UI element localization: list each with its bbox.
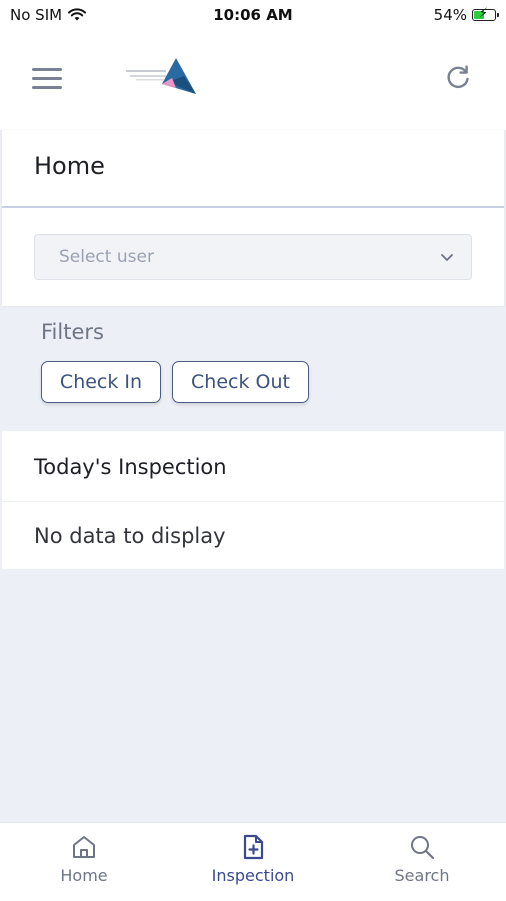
empty-state-text: No data to display (34, 524, 226, 548)
check-out-filter-button[interactable]: Check Out (172, 361, 309, 403)
tab-inspection[interactable]: Inspection (169, 823, 337, 901)
inspection-document-icon (243, 834, 264, 860)
check-in-filter-button[interactable]: Check In (41, 361, 161, 403)
status-bar: No SIM 10:06 AM 54% ⚡ (0, 0, 506, 30)
battery-percent: 54% (433, 6, 467, 24)
inspection-divider (2, 501, 504, 502)
search-icon (411, 836, 435, 860)
page-title: Home (34, 152, 105, 180)
chevron-down-icon (441, 254, 453, 261)
todays-inspection-card: Today's Inspection No data to display (2, 431, 504, 569)
tab-home[interactable]: Home (0, 823, 168, 901)
hamburger-menu-icon[interactable] (32, 68, 62, 90)
title-divider (2, 206, 504, 208)
home-card: Home Select user (2, 130, 504, 306)
refresh-icon[interactable] (444, 64, 472, 92)
inspection-section-title: Today's Inspection (34, 455, 227, 479)
select-user-placeholder: Select user (59, 247, 154, 267)
company-logo (126, 58, 196, 94)
bottom-tab-bar: Home Inspection Search (0, 822, 506, 901)
battery-icon: ⚡ (472, 7, 499, 21)
home-icon (73, 836, 95, 858)
tab-inspection-label: Inspection (211, 866, 295, 885)
tab-search[interactable]: Search (338, 823, 506, 901)
tab-search-label: Search (394, 866, 450, 885)
app-header (0, 30, 506, 130)
filters-label: Filters (41, 320, 104, 344)
status-time: 10:06 AM (213, 6, 293, 24)
tab-home-label: Home (60, 866, 108, 885)
status-right: 54% ⚡ (433, 6, 499, 24)
select-user-dropdown[interactable]: Select user (34, 234, 472, 280)
